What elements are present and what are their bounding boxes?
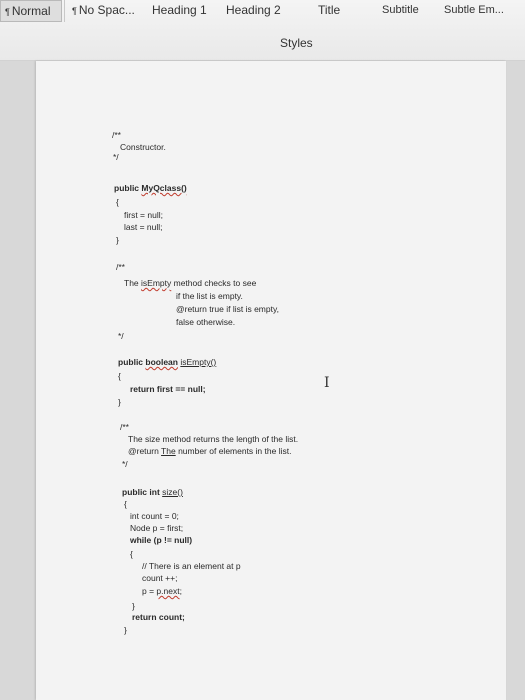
misspelled-word: p.next [156,586,180,596]
code-line: } [132,601,135,611]
style-subtle-emphasis[interactable]: Subtle Em... [444,0,504,22]
style-label: Subtitle [382,4,419,16]
code-line: { [130,549,133,559]
style-subtitle[interactable]: Subtitle [382,0,419,22]
style-label: Heading 1 [152,3,207,17]
code-line: The isEmpty method checks to see [124,278,257,288]
code-line: } [124,625,127,635]
code-line: public boolean isEmpty() [118,357,216,368]
keyword: public [118,357,146,367]
code-line: /** [116,262,125,272]
document-page[interactable] [36,61,506,700]
code-line: } [118,397,121,407]
keyword: public [114,183,142,193]
code-line: int count = 0; [130,511,179,521]
code-line: { [124,499,127,509]
ribbon-divider [64,0,65,22]
code-line: } [116,235,119,245]
code-line: @return true if list is empty, [176,304,279,314]
code-line: first = null; [124,210,163,220]
code-line: p = p.next; [142,586,182,596]
style-normal[interactable]: ¶ Normal [0,0,62,22]
code-line: { [116,197,119,207]
style-label: Normal [11,4,51,18]
styles-ribbon: ¶ Normal ¶ No Spac... Heading 1 Heading 2 … [0,0,525,61]
style-heading-1[interactable]: Heading 1 [152,0,207,22]
code-line: /** [120,422,129,432]
i-beam-cursor-icon: I [324,375,330,391]
paragraph-mark-icon: ¶ [72,6,77,16]
style-label: Subtle Em... [444,4,504,16]
method-name: size() [162,487,183,497]
paragraph-mark-icon: ¶ [5,7,10,17]
style-heading-2[interactable]: Heading 2 [226,0,281,22]
code-line: // There is an element at p [142,561,241,571]
style-label: No Spac... [78,3,135,17]
misspelled-word: MyQclass() [141,183,187,193]
method-name: isEmpty() [180,357,217,367]
code-line: public MyQclass() [114,183,187,194]
style-no-spacing[interactable]: ¶ No Spac... [72,0,135,22]
code-line: while (p != null) [130,535,193,545]
code-line: The size method returns the length of th… [128,434,299,444]
code-line: count ++; [142,573,178,583]
code-line: false otherwise. [176,317,236,327]
styles-pane-button[interactable]: Styles [280,36,313,50]
underlined-word: The [161,446,176,456]
code-line: Node p = first; [130,523,184,533]
code-line: if the list is empty. [176,291,243,301]
code-line: last = null; [124,222,163,232]
code-line: return count; [132,612,185,622]
style-title[interactable]: Title [318,0,340,22]
code-line: @return The number of elements in the li… [128,446,292,456]
code-line: */ [113,152,119,162]
code-line: Constructor. [120,142,166,152]
code-line: /** [112,130,121,140]
code-line: return first == null; [130,384,206,394]
code-line: { [118,371,121,381]
style-label: Title [318,3,341,17]
code-line: */ [122,459,128,469]
misspelled-word: boolean [145,357,178,367]
style-label: Heading 2 [226,3,281,17]
keyword: public int [122,487,163,497]
code-line: */ [118,331,124,341]
misspelled-word: isEmpty [141,278,172,288]
code-line: public int size() [122,487,183,498]
